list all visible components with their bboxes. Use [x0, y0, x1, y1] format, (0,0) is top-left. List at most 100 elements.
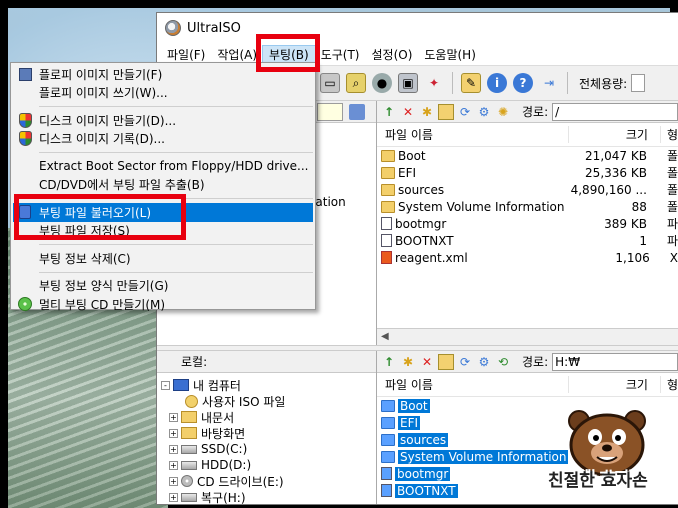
menu-label: 디스크 이미지 만들기(D)... — [39, 113, 177, 128]
delete-icon[interactable]: ✕ — [400, 104, 416, 120]
file-icon — [381, 234, 392, 247]
local-path-input[interactable]: H:₩ — [552, 352, 678, 371]
menu-write-floppy-image[interactable]: 플로피 이미지 쓰기(W)... — [11, 84, 315, 103]
menu-make-disk-image[interactable]: 디스크 이미지 만들기(D)... — [11, 111, 315, 130]
iso-file-list: Boot 21,047 KB 폴 EFI 25,336 KB 폴 sources 4,89… — [377, 147, 678, 266]
file-row[interactable]: reagent.xml 1,106 X — [377, 249, 678, 266]
toolbar-separator — [567, 72, 568, 94]
column-size[interactable]: 크기 — [567, 126, 660, 143]
menu-extract-boot-file-cd[interactable]: CD/DVD에서 부팅 파일 추출(B) — [11, 176, 315, 195]
menu-write-disk-image[interactable]: 디스크 이미지 기록(D)... — [11, 130, 315, 149]
menu-file[interactable]: 파일(F) — [161, 46, 211, 63]
add-icon[interactable]: ⟳ — [457, 354, 473, 370]
expand-icon[interactable]: + — [169, 492, 178, 502]
path-label: 경로: — [522, 105, 549, 119]
properties-button[interactable] — [349, 104, 365, 120]
settings-icon[interactable]: ⚙ — [476, 104, 492, 120]
tree-item[interactable]: - 내 컴퓨터 — [161, 377, 376, 393]
exit-icon[interactable]: ⇥ — [539, 73, 559, 93]
menu-label: 멀티 부팅 CD 만들기(M) — [39, 297, 166, 312]
help-icon[interactable]: ? — [513, 73, 533, 93]
new-folder-icon[interactable]: ✱ — [400, 354, 416, 370]
tree-item[interactable]: + CD 드라이브(E:) — [161, 473, 376, 489]
tree-label: HDD(D:) — [201, 458, 252, 472]
disc-drive-icon[interactable]: ▣ — [398, 73, 418, 93]
file-type: 폴 — [666, 166, 678, 180]
settings-icon[interactable]: ⚙ — [476, 354, 492, 370]
total-size-label: 전체용량: — [579, 76, 628, 91]
file-type: 파 — [666, 234, 678, 248]
tree-label: 사용자 ISO 파일 — [202, 394, 286, 409]
file-row[interactable]: EFI 25,336 KB 폴 — [377, 164, 678, 181]
file-row[interactable]: sources 4,890,160 ... 폴 — [377, 181, 678, 198]
compress-icon[interactable]: ✦ — [424, 73, 444, 93]
scroll-left-icon[interactable]: ◀ — [381, 331, 389, 342]
file-icon — [381, 484, 392, 497]
uac-shield-icon — [18, 112, 32, 128]
file-row[interactable]: BOOTNXT 1 파 — [377, 232, 678, 249]
menu-clear-boot-info[interactable]: 부팅 정보 삭제(C) — [11, 249, 315, 268]
file-row[interactable]: Boot 21,047 KB 폴 — [377, 147, 678, 164]
file-type: 폴 — [666, 183, 678, 197]
file-size: 88 — [631, 199, 647, 214]
menu-separator — [39, 152, 313, 153]
new-folder-icon[interactable]: ✱ — [419, 104, 435, 120]
delete-icon[interactable]: ✕ — [419, 354, 435, 370]
up-arrow-icon[interactable]: ↑ — [381, 354, 397, 370]
properties-icon[interactable]: ✎ — [461, 73, 481, 93]
menu-help[interactable]: 도움말(H) — [418, 46, 482, 63]
burn-icon[interactable]: ● — [372, 73, 392, 93]
file-name: System Volume Information — [398, 449, 569, 464]
drive-icon — [181, 460, 197, 470]
file-name: System Volume Information — [398, 199, 565, 214]
rename-icon[interactable] — [438, 353, 454, 370]
menu-tools[interactable]: 도구(T) — [315, 46, 366, 63]
drive-icon — [181, 492, 197, 502]
menu-options[interactable]: 설정(O) — [365, 46, 418, 63]
expand-icon[interactable]: + — [169, 444, 178, 454]
file-row[interactable]: bootmgr 389 KB 파 — [377, 215, 678, 232]
menu-separator — [39, 244, 313, 245]
path-label: 경로: — [522, 355, 549, 369]
add-icon[interactable]: ⟳ — [457, 104, 473, 120]
file-name: bootmgr — [395, 466, 451, 481]
horizontal-scrollbar[interactable]: ◀ — [377, 328, 678, 345]
menu-make-multiboot-cd[interactable]: 멀티 부팅 CD 만들기(M) — [11, 295, 315, 314]
column-name[interactable]: 파일 이름 — [377, 126, 568, 143]
mount-icon[interactable]: ▭ — [320, 73, 340, 93]
tree-item[interactable]: + 복구(H:) — [161, 489, 376, 505]
tree-item[interactable]: + SSD(C:) — [161, 441, 376, 457]
expand-icon[interactable]: + — [169, 476, 178, 486]
drive-icon — [181, 444, 197, 454]
column-name[interactable]: 파일 이름 — [377, 376, 568, 393]
menu-separator — [39, 106, 313, 107]
rename-icon[interactable] — [438, 103, 454, 120]
menu-extract-boot-sector[interactable]: Extract Boot Sector from Floppy/HDD driv… — [11, 157, 315, 176]
expand-icon[interactable]: + — [169, 460, 178, 470]
file-name: Boot — [398, 398, 430, 413]
refresh-icon[interactable]: ⟲ — [495, 354, 511, 370]
menu-label: 부팅 정보 삭제(C) — [39, 251, 131, 266]
column-type[interactable]: 형 — [659, 376, 678, 393]
column-size[interactable]: 크기 — [567, 376, 660, 393]
tree-item[interactable]: + HDD(D:) — [161, 457, 376, 473]
file-type: 폴 — [666, 149, 678, 163]
column-type[interactable]: 형 — [659, 126, 678, 143]
local-files-header: 파일 이름 크기 형 — [377, 373, 678, 397]
info-icon[interactable]: i — [487, 73, 507, 93]
expand-icon[interactable]: + — [169, 428, 178, 438]
collapse-icon[interactable]: - — [161, 380, 170, 390]
menu-generate-boot-info-table[interactable]: 부팅 정보 양식 만들기(G) — [11, 277, 315, 296]
tree-item[interactable]: + 바탕화면 — [161, 425, 376, 441]
tree-item[interactable]: 사용자 ISO 파일 — [161, 393, 376, 409]
find-icon[interactable]: ⌕ — [346, 73, 366, 93]
iso-name-field[interactable] — [317, 103, 343, 121]
refresh-icon[interactable]: ✺ — [495, 104, 511, 120]
file-name: BOOTNXT — [395, 233, 454, 248]
file-row[interactable]: System Volume Information 88 폴 — [377, 198, 678, 215]
up-arrow-icon[interactable]: ↑ — [381, 104, 397, 120]
iso-path-input[interactable]: / — [552, 102, 678, 121]
expand-icon[interactable]: + — [169, 412, 178, 422]
file-name: EFI — [398, 165, 417, 180]
tree-item[interactable]: + 내문서 — [161, 409, 376, 425]
